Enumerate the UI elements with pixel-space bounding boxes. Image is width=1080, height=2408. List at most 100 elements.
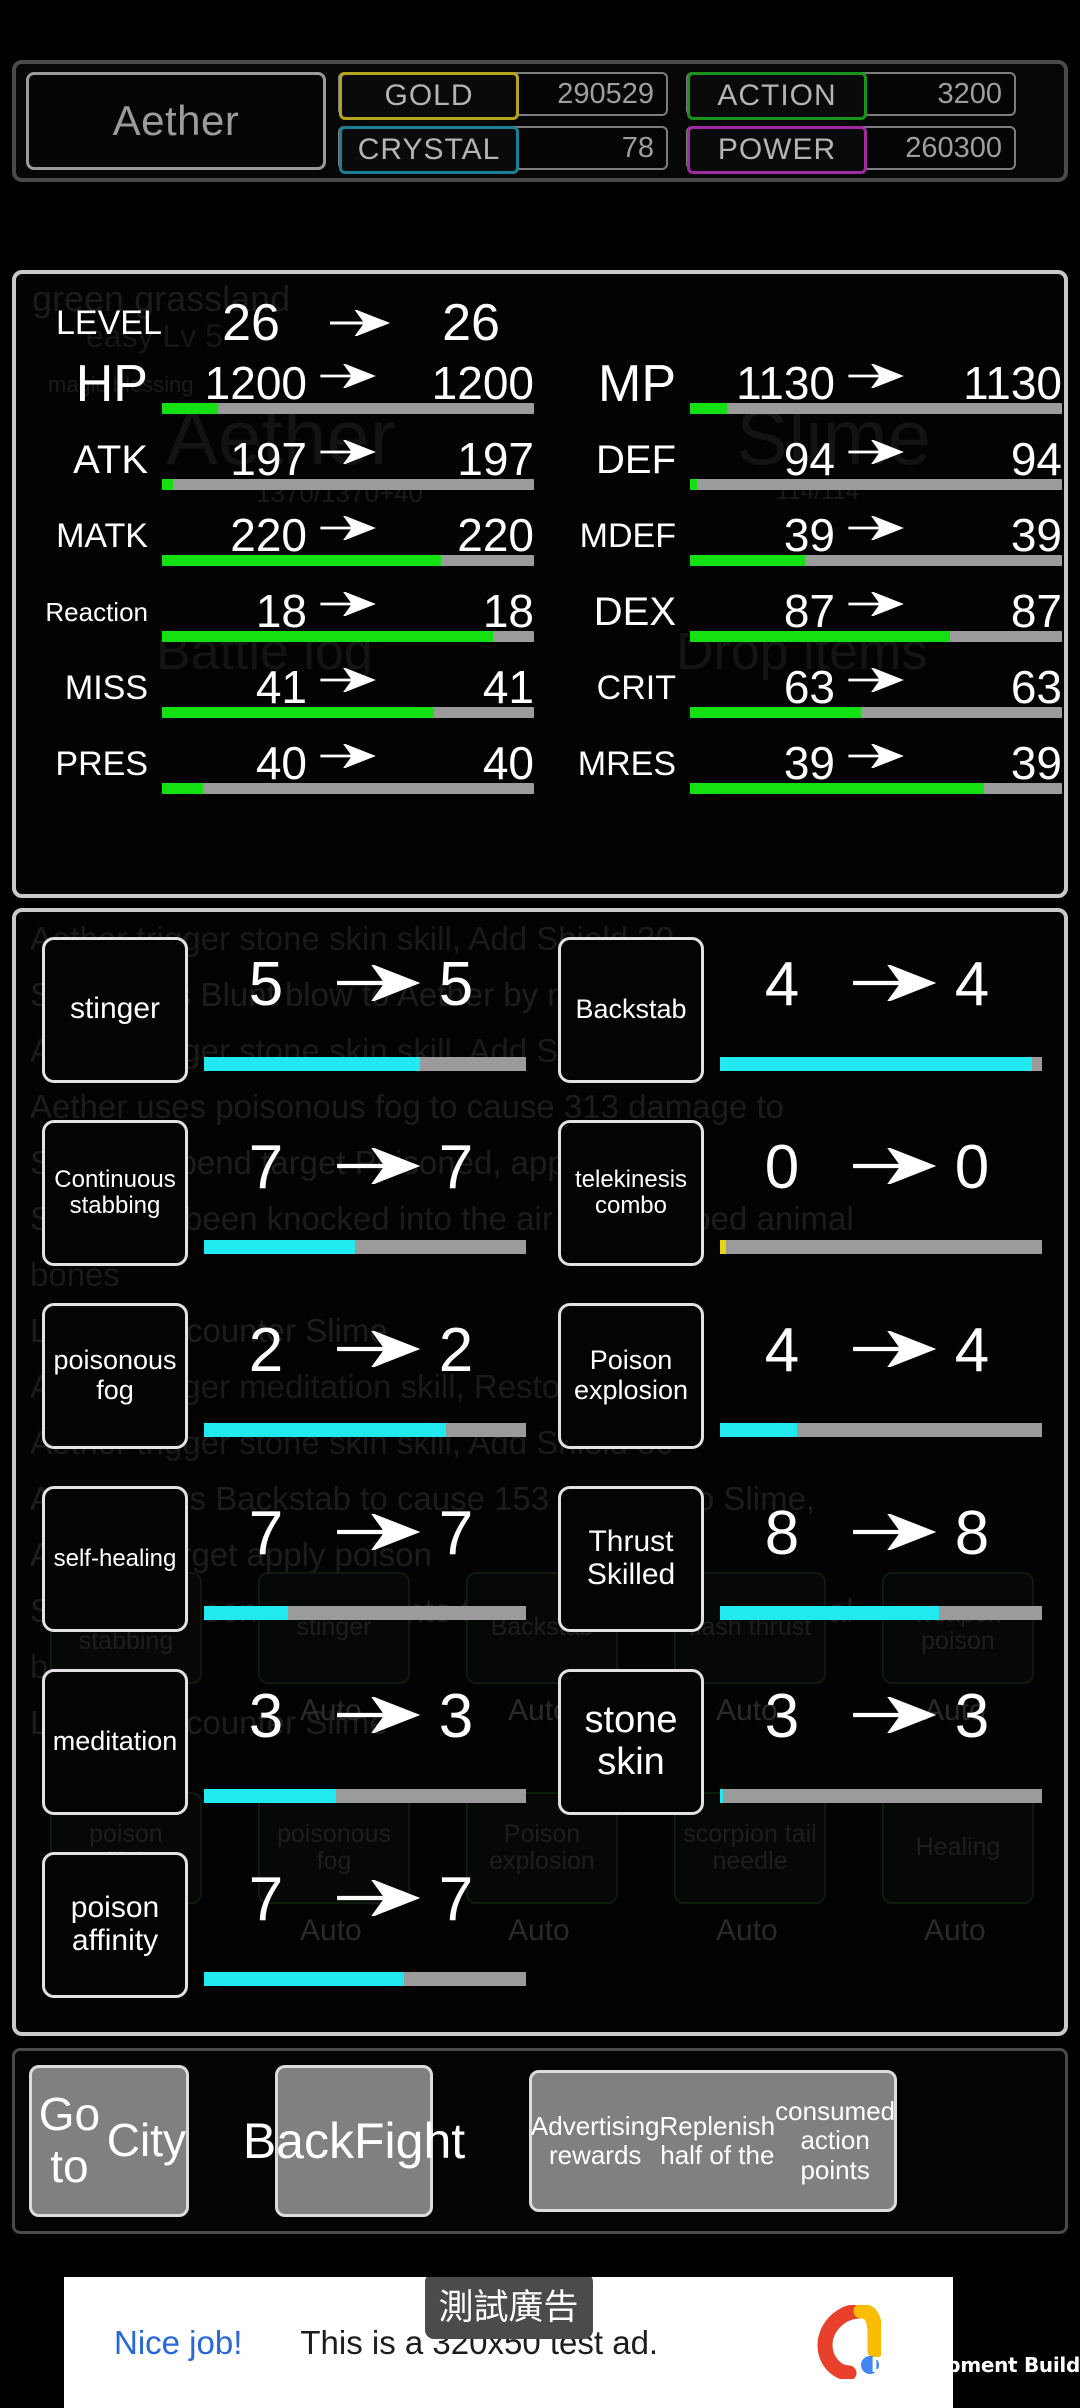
player-name-box[interactable]: Aether	[26, 72, 326, 170]
stat-progress-bar	[690, 403, 1062, 414]
skill-button-self-healing[interactable]: self-healing	[42, 1485, 188, 1632]
stat-row-mres: MRES 39 39	[544, 734, 1064, 810]
skill-from-value: 8	[764, 1498, 800, 1568]
stat-label-miss: MISS	[64, 668, 148, 707]
skill-button-poison-affinity[interactable]: poison affinity	[42, 1851, 188, 1998]
stat-values: 41 41	[156, 660, 544, 722]
stat-progress-bar	[690, 783, 1062, 794]
resource-crystal-label: CRYSTAL	[339, 126, 519, 174]
skill-from-value: 4	[764, 949, 800, 1019]
skill-values: 33	[192, 1669, 540, 1815]
resource-gold[interactable]: GOLD 290529	[338, 72, 668, 120]
stat-from-value: 1130	[736, 357, 835, 409]
stat-label-dex: DEX	[593, 589, 676, 634]
skill-progress-bar	[204, 1239, 526, 1254]
skill-progress-bar	[204, 1788, 526, 1803]
skill-button-thrust-skilled[interactable]: Thrust Skilled	[558, 1485, 704, 1632]
resource-crystal[interactable]: CRYSTAL 78	[338, 126, 668, 174]
stat-values: 40 40	[156, 736, 544, 798]
skill-button-stone-skin[interactable]: stone skin	[558, 1668, 704, 1815]
ad-headline: Nice job!	[114, 2323, 243, 2361]
skill-from-value: 0	[764, 1132, 800, 1202]
skill-values: 00	[708, 1120, 1056, 1266]
skill-button-telekinesis-combo[interactable]: telekinesis combo	[558, 1119, 704, 1266]
skill-progress-bar	[720, 1056, 1042, 1071]
button-line: Advertising rewards	[530, 2110, 660, 2170]
resource-row-top: GOLD 290529 ACTION 3200	[338, 72, 1016, 120]
arrow-icon	[314, 744, 384, 768]
app-root: Aether GOLD 290529 ACTION 3200 CRYSTAL 7…	[0, 0, 1080, 2408]
stat-from-value: 40	[255, 737, 307, 789]
stat-values: 18 18	[156, 584, 544, 646]
stat-from-value: 220	[230, 509, 307, 561]
skill-grid: Aether trigger stone skin skill, Add Shi…	[16, 912, 1064, 2032]
skill-to-value: 0	[954, 1132, 990, 1202]
skill-cell: stone skin 3 3	[540, 1650, 1056, 1833]
stat-label-def: DEF	[596, 437, 676, 482]
stat-column-left: HP 1200 1200 ATK 197 197 MATK 220 220 Reaction 18 1…	[16, 354, 544, 810]
stat-values: 39 39	[684, 736, 1064, 798]
stat-from-value: 197	[230, 433, 307, 485]
stat-to-value: 94	[1010, 433, 1062, 485]
stat-label-mdef: MDEF	[579, 516, 676, 555]
skill-values: 33	[708, 1669, 1056, 1815]
skill-from-value: 7	[248, 1498, 284, 1568]
button-line: consumed action points	[775, 2096, 896, 2185]
arrow-icon	[314, 516, 384, 540]
stat-label-pres: PRES	[55, 744, 148, 783]
arrow-icon	[314, 364, 384, 388]
back-fight-button[interactable]: Back Fight	[243, 2065, 465, 2217]
skill-to-value: 7	[438, 1132, 474, 1202]
stat-from-value: 87	[783, 585, 835, 637]
resource-power[interactable]: POWER 260300	[686, 126, 1016, 174]
skill-to-value: 7	[438, 1498, 474, 1568]
skill-from-value: 4	[764, 1315, 800, 1385]
arrow-icon	[842, 440, 912, 464]
stat-to-value: 41	[482, 661, 534, 713]
skill-button-meditation[interactable]: meditation	[42, 1668, 188, 1815]
resource-gold-label: GOLD	[339, 72, 519, 120]
skill-to-value: 7	[438, 1864, 474, 1934]
arrow-icon	[842, 744, 912, 768]
stat-row-atk: ATK 197 197	[16, 430, 544, 506]
stat-columns: HP 1200 1200 ATK 197 197 MATK 220 220 Reaction 18 1…	[16, 354, 1064, 810]
ad-banner[interactable]: Nice job! This is a 320x50 test ad. 測試廣告	[64, 2277, 953, 2408]
skill-values: 55	[192, 937, 540, 1083]
stat-from-value: 18	[255, 585, 307, 637]
arrow-icon	[842, 516, 912, 540]
stat-values: 39 39	[684, 508, 1064, 570]
resource-action[interactable]: ACTION 3200	[686, 72, 1016, 120]
skill-cell: telekinesis combo 0 0	[540, 1101, 1056, 1284]
stat-values: 63 63	[684, 660, 1064, 722]
skill-to-value: 4	[954, 949, 990, 1019]
player-name: Aether	[112, 97, 240, 144]
resource-columns: GOLD 290529 ACTION 3200 CRYSTAL 78 POWER…	[338, 72, 1016, 174]
stat-to-value: 1200	[431, 357, 534, 409]
level-from: 26	[222, 294, 280, 352]
stat-row-mp: MP 1130 1130	[544, 354, 1064, 430]
skill-progress-bar	[720, 1605, 1042, 1620]
go-to-city-button[interactable]: Go to City	[29, 2065, 189, 2217]
button-line: City	[106, 2114, 186, 2167]
level-label: LEVEL	[56, 303, 162, 342]
stat-to-value: 39	[1010, 737, 1062, 789]
button-line: Go to	[38, 2088, 101, 2192]
skill-button-continuous-stabbing[interactable]: Continuous stabbing	[42, 1119, 188, 1266]
skill-button-stinger[interactable]: stinger	[42, 936, 188, 1083]
stat-label-mres: MRES	[577, 744, 676, 783]
ghost-auto-label: Auto	[716, 1914, 778, 1947]
skill-to-value: 8	[954, 1498, 990, 1568]
skill-button-backstab[interactable]: Backstab	[558, 936, 704, 1083]
skill-button-poisonous-fog[interactable]: poisonous fog	[42, 1302, 188, 1449]
skill-cell: self-healing 7 7	[24, 1467, 540, 1650]
skill-values: 77	[192, 1486, 540, 1632]
development-build-label: Development Build	[870, 2353, 1080, 2377]
stats-panel: green grassland easy Lv 5 Aether Slime 1…	[12, 270, 1068, 898]
skill-from-value: 5	[248, 949, 284, 1019]
ad-reward-button[interactable]: Advertising rewards Replenish half of the…	[529, 2070, 897, 2212]
stat-from-value: 39	[783, 737, 835, 789]
skill-button-poison-explosion[interactable]: Poison explosion	[558, 1302, 704, 1449]
skill-progress-bar	[204, 1422, 526, 1437]
skill-values: 77	[192, 1852, 540, 1998]
stat-progress-bar	[690, 631, 1062, 642]
